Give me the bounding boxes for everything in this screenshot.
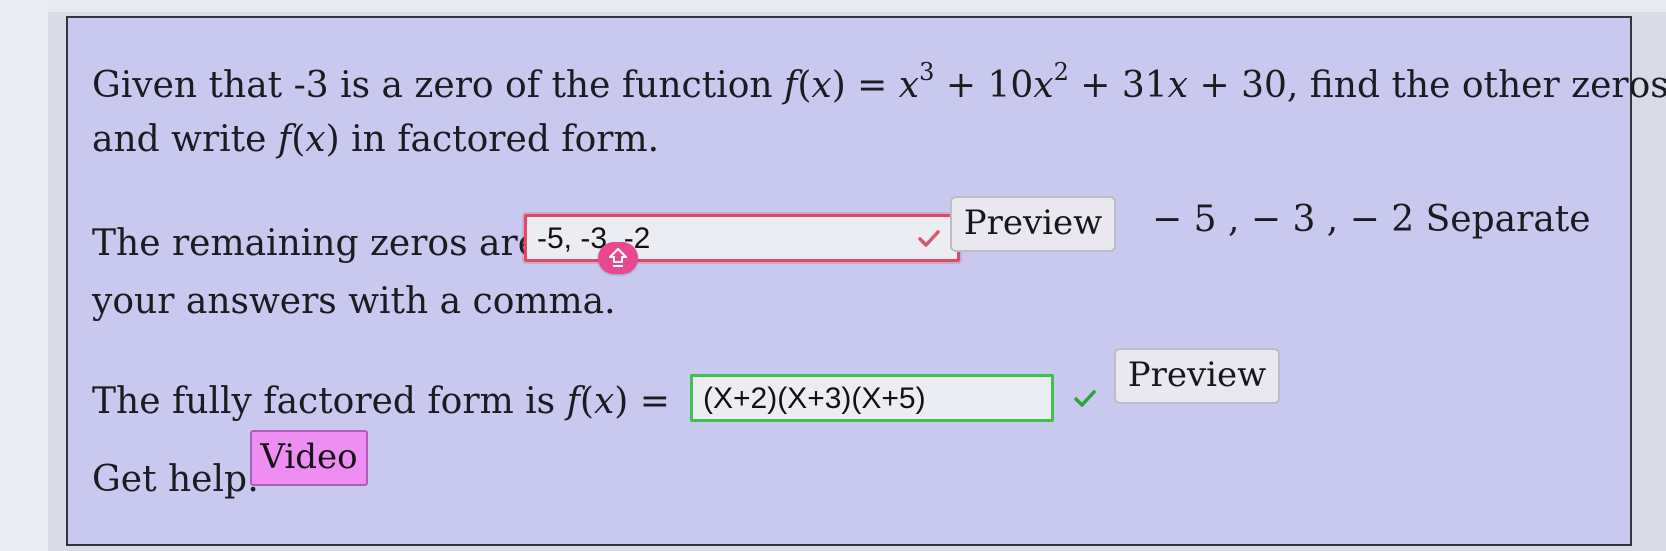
check-icon	[918, 230, 940, 247]
term-10: + 10	[934, 65, 1034, 106]
get-help-label: Get help:	[92, 459, 260, 500]
instruction-text-part-1: Separate	[1414, 199, 1591, 240]
paren-open: (	[797, 65, 812, 106]
term-x: x	[1167, 65, 1189, 106]
paren-close: )	[614, 381, 629, 422]
paren-close: )	[831, 65, 846, 106]
function-variable: x	[811, 65, 832, 106]
factored-form-input[interactable]: (X+2)(X+3)(X+5)	[690, 374, 1054, 422]
paren-open: (	[291, 119, 306, 160]
pointer-cursor-badge	[598, 242, 638, 274]
preview-factored-button[interactable]: Preview	[1114, 348, 1280, 404]
question-line2-suffix: in factored form.	[339, 119, 660, 160]
exponent-2: 2	[1053, 58, 1069, 86]
term-x-squared: x	[1033, 65, 1054, 106]
question-line2-prefix: and write	[92, 119, 278, 160]
function-name: f	[277, 119, 292, 160]
question-prefix: Given that -3 is a zero of the function	[92, 65, 784, 106]
page-background-top	[0, 0, 1666, 12]
function-variable: x	[305, 119, 326, 160]
preview-zeros-button[interactable]: Preview	[950, 196, 1116, 252]
equals-sign: =	[845, 65, 899, 106]
zeros-label: The remaining zeros are:	[92, 223, 552, 264]
term-x-cubed: x	[898, 65, 920, 106]
term-31: + 31	[1068, 65, 1168, 106]
factored-input-value: (X+2)(X+3)(X+5)	[703, 382, 926, 415]
instruction-text-part-2: your answers with a comma.	[92, 281, 616, 322]
paren-close: )	[325, 119, 340, 160]
question-text-line-1: Given that -3 is a zero of the function …	[92, 60, 1666, 108]
check-icon	[1074, 390, 1096, 407]
video-help-button[interactable]: Video	[250, 430, 368, 486]
upload-arrow-icon	[609, 248, 627, 267]
zeros-answer-input[interactable]: -5, -3, -2	[524, 214, 960, 262]
factored-label-prefix: The fully factored form is	[92, 381, 567, 422]
function-name: f	[784, 65, 798, 106]
paren-open: (	[579, 381, 594, 422]
exponent-3: 3	[919, 58, 935, 86]
factored-form-label: The fully factored form is f(x) =	[92, 380, 670, 424]
question-text-line-2: and write f(x) in factored form.	[92, 118, 659, 162]
preview-result-math: − 5 , − 3 , − 2	[1152, 199, 1415, 240]
page-background-left	[0, 0, 48, 551]
function-variable: x	[593, 381, 615, 422]
equals-sign: =	[628, 381, 670, 422]
function-name: f	[566, 381, 580, 422]
zeros-preview-result: − 5 , − 3 , − 2 Separate	[1152, 198, 1591, 242]
question-suffix: + 30, find the other zeros,	[1188, 65, 1666, 106]
problem-panel: Given that -3 is a zero of the function …	[66, 16, 1666, 546]
